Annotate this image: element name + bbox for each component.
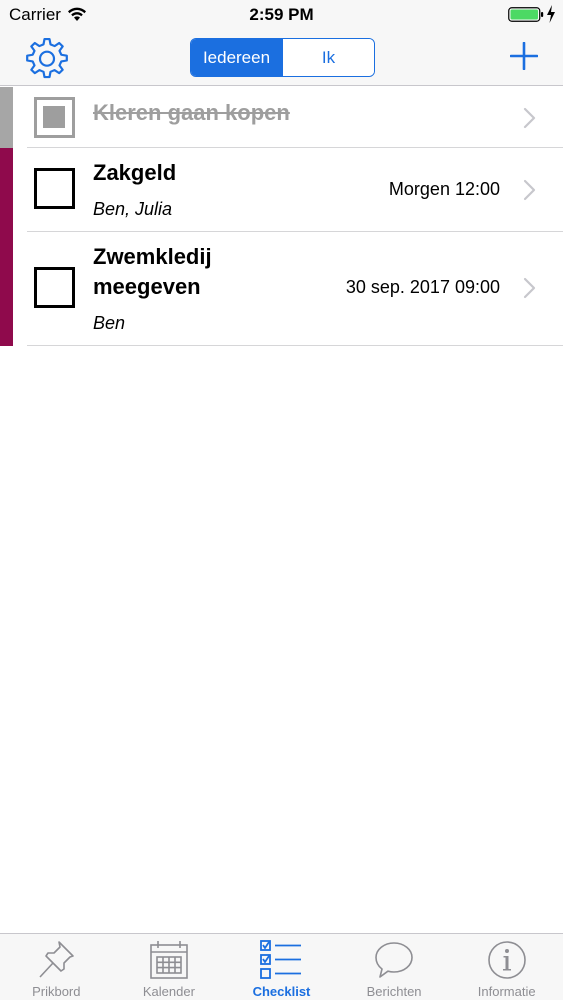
- info-icon: [487, 941, 526, 979]
- checklist-item[interactable]: Zakgeld Ben, Julia Morgen 12:00: [0, 148, 563, 232]
- calendar-icon: [150, 941, 188, 979]
- filter-segmented-control: Iedereen Ik: [190, 38, 375, 77]
- tab-informatie[interactable]: Informatie: [450, 934, 563, 1000]
- checkbox-unchecked[interactable]: [34, 267, 75, 308]
- category-color-bar: [0, 232, 13, 346]
- tab-berichten[interactable]: Berichten: [338, 934, 451, 1000]
- item-due-date: Morgen 12:00: [388, 179, 500, 199]
- charging-bolt-icon: [547, 5, 555, 23]
- tab-label: Informatie: [477, 984, 536, 999]
- tab-label: Prikbord: [32, 984, 81, 999]
- item-assignees: Ben, Julia: [93, 199, 173, 219]
- tab-label: Kalender: [142, 984, 195, 999]
- gear-icon[interactable]: [26, 38, 68, 80]
- checklist-icon: [260, 940, 302, 979]
- status-bar: Carrier 2:59 PM: [0, 0, 563, 30]
- segment-iedereen[interactable]: Iedereen: [191, 39, 283, 76]
- item-due-date: 30 sep. 2017 09:00: [345, 277, 500, 297]
- checklist: Kleren gaan kopen Zakgeld Ben, Julia Mor…: [0, 87, 563, 346]
- pin-icon: [39, 941, 75, 978]
- chat-bubble-icon: [375, 942, 413, 978]
- checkbox-unchecked[interactable]: [34, 168, 75, 209]
- chevron-right-icon: [523, 179, 536, 201]
- item-title: Kleren gaan kopen: [93, 100, 290, 125]
- segment-ik[interactable]: Ik: [283, 39, 374, 76]
- chevron-right-icon: [523, 277, 536, 299]
- item-assignees: Ben: [93, 313, 126, 333]
- tab-label: Checklist: [252, 984, 311, 999]
- tab-label: Berichten: [366, 984, 422, 999]
- checklist-item[interactable]: Zwemkledij meegeven Ben 30 sep. 2017 09:…: [0, 232, 563, 346]
- tab-kalender[interactable]: Kalender: [113, 934, 226, 1000]
- checkbox-checked[interactable]: [34, 97, 75, 138]
- checklist-item[interactable]: Kleren gaan kopen: [0, 87, 563, 148]
- tab-checklist[interactable]: Checklist: [225, 934, 338, 1000]
- status-time: 2:59 PM: [249, 5, 314, 24]
- category-color-bar: [0, 148, 13, 232]
- category-color-bar: [0, 87, 13, 148]
- plus-icon[interactable]: [510, 42, 538, 70]
- battery-icon: [508, 7, 544, 22]
- chevron-right-icon: [523, 107, 536, 129]
- navigation-bar: Iedereen Ik: [0, 30, 563, 86]
- item-title: Zwemkledij meegeven: [93, 244, 212, 299]
- tab-bar: Prikbord Kalender Checklist Berichten In…: [0, 933, 563, 1000]
- item-title: Zakgeld: [93, 160, 177, 185]
- tab-prikbord[interactable]: Prikbord: [0, 934, 113, 1000]
- row-separator: [27, 345, 563, 346]
